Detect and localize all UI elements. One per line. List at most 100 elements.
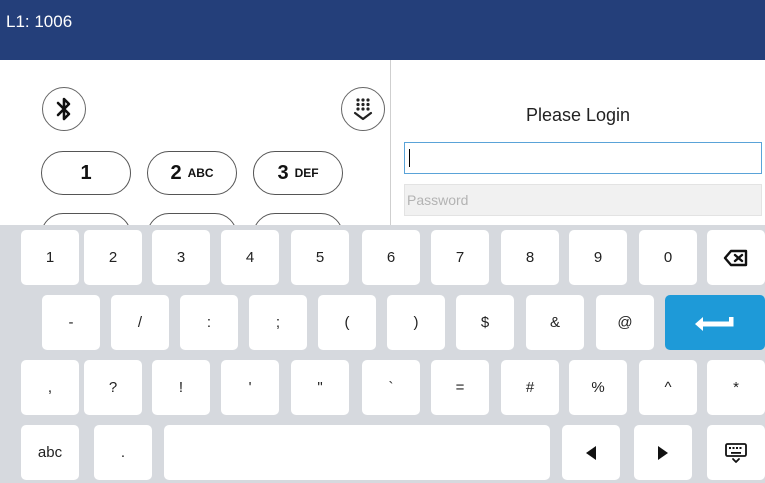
key-label: " [317,379,323,396]
key-label: 6 [386,249,396,266]
text-cursor [409,149,410,167]
key-asterisk[interactable]: * [707,360,765,415]
key-period[interactable]: . [94,425,152,480]
key-backtick[interactable]: ` [362,360,420,415]
dial-key-3[interactable]: 3 DEF [253,151,343,195]
space-key[interactable] [164,425,550,480]
key-label: 2 [108,249,118,266]
key-4[interactable]: 4 [221,230,279,285]
login-pane: Please Login Password [391,60,765,225]
cursor-left-key[interactable] [562,425,620,480]
key-equals[interactable]: = [431,360,489,415]
key-label: = [455,379,465,396]
enter-key[interactable] [665,295,765,350]
key-label: 5 [315,249,325,266]
arrow-left-icon [586,445,596,460]
key-question[interactable]: ? [84,360,142,415]
key-label: @ [617,314,633,331]
bluetooth-button[interactable] [42,87,86,131]
cursor-right-key[interactable] [634,425,692,480]
key-label: # [525,379,535,396]
key-label: 1 [45,249,55,266]
key-semicolon[interactable]: ; [249,295,307,350]
key-label: 7 [455,249,465,266]
key-label: abc [37,444,63,461]
key-1[interactable]: 1 [21,230,79,285]
key-label: - [68,314,74,331]
username-field[interactable] [404,142,762,174]
dial-key-digit: 3 [277,161,289,184]
key-3[interactable]: 3 [152,230,210,285]
dial-key-digit: 1 [80,161,92,184]
key-label: ' [248,379,252,396]
key-label: . [120,444,126,461]
key-caret[interactable]: ^ [639,360,697,415]
key-comma[interactable]: , [21,360,79,415]
key-label: ; [275,314,281,331]
key-6[interactable]: 6 [362,230,420,285]
key-label: $ [480,314,490,331]
backspace-key[interactable] [707,230,765,285]
key-label: ` [388,379,394,396]
key-label: ( [344,314,350,331]
key-label: % [591,379,605,396]
bluetooth-icon [56,97,71,121]
key-percent[interactable]: % [569,360,627,415]
keyboard-hide-icon [725,442,747,463]
key-label: & [549,314,560,331]
hide-keyboard-key[interactable] [707,425,765,480]
dial-key-2[interactable]: 2 ABC [147,151,237,195]
dial-key-partial[interactable] [41,213,131,225]
key-quote[interactable]: " [291,360,349,415]
backspace-icon [723,249,748,266]
key-colon[interactable]: : [180,295,238,350]
dial-key-partial[interactable] [147,213,237,225]
key-7[interactable]: 7 [431,230,489,285]
enter-icon [695,316,734,331]
key-2[interactable]: 2 [84,230,142,285]
dialpad-toggle-button[interactable] [341,87,385,131]
key-label: 3 [176,249,186,266]
key-label: 9 [593,249,603,266]
dialpad-pane: 1 2 ABC 3 DEF [0,60,390,225]
key-0[interactable]: 0 [639,230,697,285]
key-8[interactable]: 8 [501,230,559,285]
key-dollar[interactable]: $ [456,295,514,350]
key-close-paren[interactable]: ) [387,295,445,350]
line-label: L1: 1006 [6,12,73,31]
dial-key-digit: 2 [170,161,182,184]
key-hash[interactable]: # [501,360,559,415]
abc-mode-key[interactable]: abc [21,425,79,480]
status-bar: L1: 1006 [0,0,765,60]
key-label: ? [108,379,118,396]
key-label: 8 [525,249,535,266]
on-screen-keyboard: 1 2 3 4 5 6 7 8 9 0 - / : ; ( ) $ & @ , … [0,225,765,483]
key-5[interactable]: 5 [291,230,349,285]
key-label: : [206,314,212,331]
key-open-paren[interactable]: ( [318,295,376,350]
key-label: ^ [664,379,672,396]
dial-key-letters: ABC [187,166,214,180]
key-label: / [137,314,143,331]
key-apostrophe[interactable]: ' [221,360,279,415]
key-label: , [47,379,53,396]
dial-key-1[interactable]: 1 [41,151,131,195]
arrow-right-icon [658,445,668,460]
dial-key-partial[interactable] [253,213,343,225]
dial-key-letters: DEF [294,166,319,180]
key-9[interactable]: 9 [569,230,627,285]
key-label: 4 [245,249,255,266]
key-label: 0 [663,249,673,266]
key-label: ) [413,314,419,331]
key-ampersand[interactable]: & [526,295,584,350]
key-slash[interactable]: / [111,295,169,350]
key-label: * [733,379,739,396]
login-title: Please Login [525,105,631,125]
password-field[interactable]: Password [404,184,762,216]
key-at[interactable]: @ [596,295,654,350]
key-exclamation[interactable]: ! [152,360,210,415]
dialpad-down-icon [353,98,373,121]
key-dash[interactable]: - [42,295,100,350]
key-label: ! [178,379,184,396]
password-placeholder: Password [407,192,469,208]
